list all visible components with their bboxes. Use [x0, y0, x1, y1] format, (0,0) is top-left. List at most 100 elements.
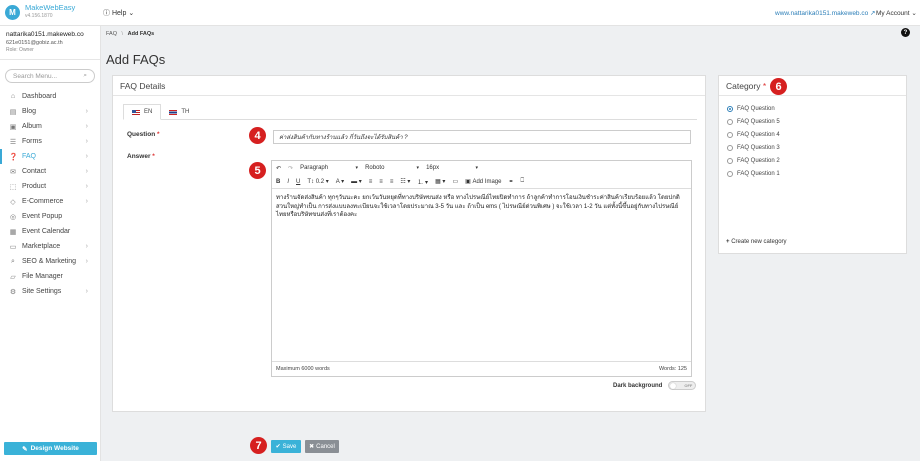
sidebar-item-product[interactable]: ⬚ Product › — [0, 179, 100, 194]
external-link-icon: ↗ — [870, 10, 876, 17]
font-size-dropdown[interactable]: 16px ▾ — [426, 165, 478, 171]
chevron-right-icon: › — [85, 288, 88, 295]
category-option[interactable]: FAQ Question 1 — [727, 167, 898, 180]
breadcrumb-faq[interactable]: FAQ — [106, 31, 117, 37]
design-website-button[interactable]: ✎ Design Website — [4, 442, 97, 455]
question-input[interactable]: ค่าส่งสินค้ากับทางร้านแล้ว กี่วันถึงจะได… — [273, 130, 691, 144]
undo-icon[interactable]: ↶ — [276, 165, 281, 172]
align-right-icon[interactable]: ≡ — [390, 179, 394, 185]
create-category-label: Create new category — [731, 239, 787, 245]
search-menu-input[interactable]: Search Menu... ⌕ — [5, 69, 95, 83]
line-height-dropdown[interactable]: T↕ 0.2 ▾ — [307, 178, 329, 186]
tab-en[interactable]: EN — [123, 104, 162, 120]
app-logo[interactable]: M MakeWebEasy v4.156.1870 — [5, 4, 75, 20]
sidebar-item-seo-marketing[interactable]: ⌕ SEO & Marketing › — [0, 254, 100, 269]
sidebar-item-label: SEO & Marketing — [22, 258, 77, 265]
sidebar-item-blog[interactable]: ▤ Blog › — [0, 104, 100, 119]
redo-icon[interactable]: ↷ — [288, 165, 293, 172]
site-url-link[interactable]: www.nattarika0151.makeweb.co ↗ — [775, 9, 875, 17]
create-category-link[interactable]: + Create new category — [726, 239, 787, 245]
editor-toolbar-row-2: B I U T↕ 0.2 ▾ A ▾ ▬ ▾ ≡ ≡ ≡ ☷ ▾ ⒈ ▾ ▦ ▾… — [272, 175, 691, 189]
chevron-right-icon: › — [85, 243, 88, 250]
radio-button[interactable] — [727, 105, 733, 112]
category-option[interactable]: FAQ Question 4 — [727, 128, 898, 141]
settings-icon: ⚙ — [9, 288, 17, 296]
sidebar-item-label: Event Calendar — [22, 228, 71, 235]
category-option[interactable]: FAQ Question 5 — [727, 115, 898, 128]
faq-details-panel: FAQ Details EN TH Question * ค่าส่งสินค้… — [112, 75, 706, 412]
radio-button[interactable] — [727, 144, 733, 151]
category-panel: Category * FAQ Question FAQ Question 5 FAQ… — [718, 75, 907, 254]
answer-label: Answer * — [127, 153, 155, 160]
text-color-icon[interactable]: A ▾ — [336, 178, 344, 185]
sidebar-item-label: Forms — [22, 138, 42, 145]
help-label: Help — [111, 10, 127, 17]
radio-button[interactable] — [727, 170, 733, 177]
ecommerce-icon: ◇ — [10, 198, 16, 206]
sidebar-item-file-manager[interactable]: ▱ File Manager — [0, 269, 100, 284]
sidebar-item-contact[interactable]: ✉ Contact › — [0, 164, 100, 179]
category-option-label: FAQ Question 2 — [737, 157, 780, 164]
category-option[interactable]: FAQ Question — [727, 102, 898, 115]
answer-editor-content[interactable]: ทางร้านจัดส่งสินค้า ทุกๆวันนะคะ ยกเว้นวั… — [272, 189, 691, 348]
answer-label-text: Answer — [127, 153, 151, 160]
sidebar-item-e-commerce[interactable]: ◇ E-Commerce › — [0, 194, 100, 209]
help-question-icon[interactable]: ? — [901, 28, 910, 37]
sidebar-item-dashboard[interactable]: ⌂ Dashboard — [0, 89, 100, 104]
design-website-label: Design Website — [30, 445, 79, 452]
italic-icon[interactable]: I — [287, 179, 289, 185]
dark-background-toggle[interactable]: OFF — [668, 381, 697, 390]
my-account-menu[interactable]: My Account ⌄ — [876, 9, 917, 17]
tab-th[interactable]: TH — [161, 104, 197, 120]
product-icon: ⬚ — [9, 183, 17, 191]
faq-details-title: FAQ Details — [113, 76, 705, 96]
bullet-list-icon[interactable]: ☷ ▾ — [400, 178, 410, 185]
calendar-icon: ▦ — [9, 228, 17, 236]
chevron-right-icon: › — [85, 153, 88, 160]
sidebar-item-faq[interactable]: ❓ FAQ › — [0, 149, 100, 164]
sidebar-item-event-popup[interactable]: ◎ Event Popup — [0, 209, 100, 224]
help-menu[interactable]: ⓘ Help ⌄ — [103, 8, 134, 18]
category-radio-list: FAQ Question FAQ Question 5 FAQ Question 4… — [719, 96, 906, 186]
table-icon[interactable]: ▦ ▾ — [435, 178, 445, 185]
video-icon[interactable]: ▭ — [452, 178, 458, 185]
chevron-right-icon: › — [85, 168, 88, 175]
search-icon: ⌕ — [83, 72, 87, 79]
radio-button[interactable] — [727, 118, 733, 125]
close-icon: ✖ — [309, 444, 315, 450]
category-option[interactable]: FAQ Question 3 — [727, 141, 898, 154]
save-button[interactable]: ✔ Save — [271, 440, 301, 453]
sidebar-item-label: Product — [22, 183, 47, 190]
add-image-button[interactable]: ▣ Add Image — [465, 178, 501, 186]
underline-icon[interactable]: U — [296, 179, 300, 185]
sidebar-item-forms[interactable]: ☰ Forms › — [0, 134, 100, 149]
paragraph-format-dropdown[interactable]: Paragraph ▾ — [300, 165, 358, 171]
chevron-down-icon: ▾ — [475, 165, 479, 171]
link-icon[interactable]: ⚭ — [508, 178, 513, 185]
chevron-right-icon: › — [85, 123, 88, 130]
radio-button[interactable] — [727, 157, 733, 164]
align-center-icon[interactable]: ≡ — [379, 179, 383, 185]
numbered-list-icon[interactable]: ⒈ ▾ — [417, 177, 428, 186]
chevron-down-icon: ▾ — [325, 179, 329, 185]
word-count: Words: 125 — [658, 366, 687, 372]
folder-icon: ▱ — [10, 273, 16, 281]
category-option[interactable]: FAQ Question 2 — [727, 154, 898, 167]
my-account-label: My Account — [876, 10, 910, 17]
cancel-button[interactable]: ✖ Cancel — [305, 440, 339, 453]
sidebar-item-album[interactable]: ▣ Album › — [0, 119, 100, 134]
bookmark-icon[interactable]: ⎕ — [521, 178, 525, 185]
category-option-label: FAQ Question 4 — [737, 131, 780, 138]
sidebar-item-event-calendar[interactable]: ▦ Event Calendar — [0, 224, 100, 239]
radio-button[interactable] — [727, 131, 733, 138]
contact-icon: ✉ — [10, 168, 16, 176]
sidebar-item-marketplace[interactable]: ▭ Marketplace › — [0, 239, 100, 254]
align-left-icon[interactable]: ≡ — [369, 179, 373, 185]
highlight-color-icon[interactable]: ▬ ▾ — [351, 178, 362, 185]
chevron-down-icon: ▾ — [355, 165, 359, 171]
sidebar-item-site-settings[interactable]: ⚙ Site Settings › — [0, 284, 100, 299]
question-label-text: Question — [127, 131, 156, 138]
font-family-dropdown[interactable]: Roboto ▾ — [365, 165, 419, 171]
bold-icon[interactable]: B — [276, 179, 280, 185]
language-tabs: EN TH — [123, 104, 697, 120]
